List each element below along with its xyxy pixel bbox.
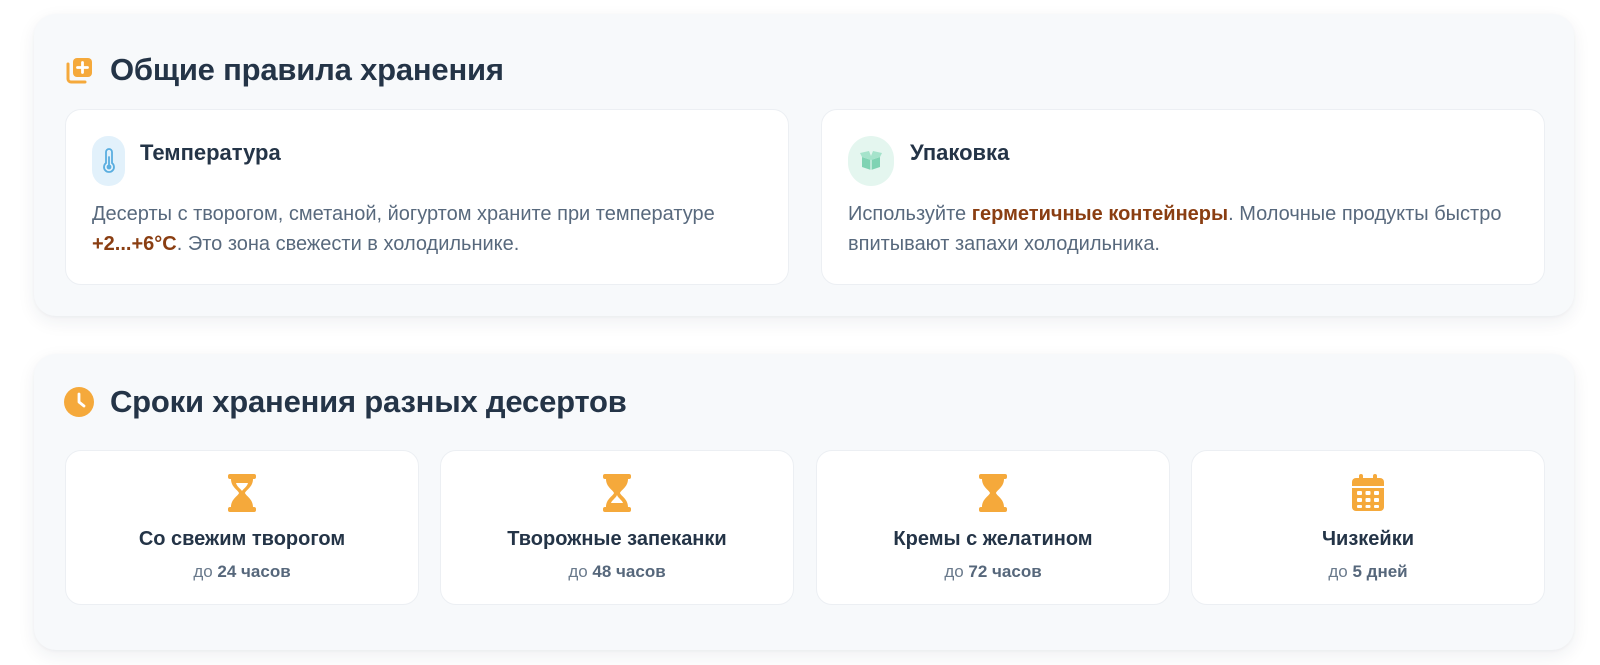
storage-rules-header: Общие правила хранения bbox=[64, 50, 504, 90]
term-value: до 72 часов bbox=[944, 562, 1042, 581]
hourglass-icon bbox=[975, 473, 1011, 513]
packaging-card: Упаковка Используйте герметичные контейн… bbox=[821, 109, 1545, 285]
storage-terms-panel: Сроки хранения разных десертов Со свежим… bbox=[34, 354, 1574, 650]
term-card: Кремы с желатином до 72 часов bbox=[816, 450, 1170, 605]
packaging-card-text: Используйте герметичные контейнеры. Моло… bbox=[848, 203, 1502, 255]
hourglass-icon bbox=[599, 473, 635, 513]
term-card: Со свежим творогом до 24 часов bbox=[65, 450, 419, 605]
term-title: Творожные запеканки bbox=[507, 528, 727, 550]
calendar-icon bbox=[1350, 473, 1386, 513]
term-title: Кремы с желатином bbox=[893, 528, 1093, 550]
temperature-card-title: Температура bbox=[140, 140, 281, 165]
storage-rules-title: Общие правила хранения bbox=[110, 52, 504, 87]
temperature-card: Температура Десерты с творогом, сметаной… bbox=[65, 109, 789, 285]
term-value: до 24 часов bbox=[193, 562, 291, 581]
term-card: Чизкейки до 5 дней bbox=[1191, 450, 1545, 605]
storage-rules-panel: Общие правила хранения Температура Десер… bbox=[34, 14, 1574, 316]
storage-terms-header: Сроки хранения разных десертов bbox=[64, 382, 627, 422]
term-title: Чизкейки bbox=[1321, 528, 1415, 550]
storage-terms-title: Сроки хранения разных десертов bbox=[110, 384, 627, 419]
clock-icon bbox=[64, 387, 94, 417]
temperature-range: +2...+6°C bbox=[92, 233, 177, 255]
box-icon bbox=[848, 136, 894, 186]
term-title: Со свежим творогом bbox=[138, 528, 346, 550]
thermometer-icon bbox=[92, 136, 125, 186]
packaging-card-title: Упаковка bbox=[910, 140, 1010, 165]
term-value: до 48 часов bbox=[568, 562, 666, 581]
packaging-highlight: герметичные контейнеры bbox=[971, 203, 1229, 225]
temperature-card-text: Десерты с творогом, сметаной, йогуртом х… bbox=[92, 203, 715, 255]
hourglass-icon bbox=[224, 473, 260, 513]
term-card: Творожные запеканки до 48 часов bbox=[440, 450, 794, 605]
copy-plus-icon bbox=[64, 55, 94, 85]
term-value: до 5 дней bbox=[1328, 562, 1408, 581]
